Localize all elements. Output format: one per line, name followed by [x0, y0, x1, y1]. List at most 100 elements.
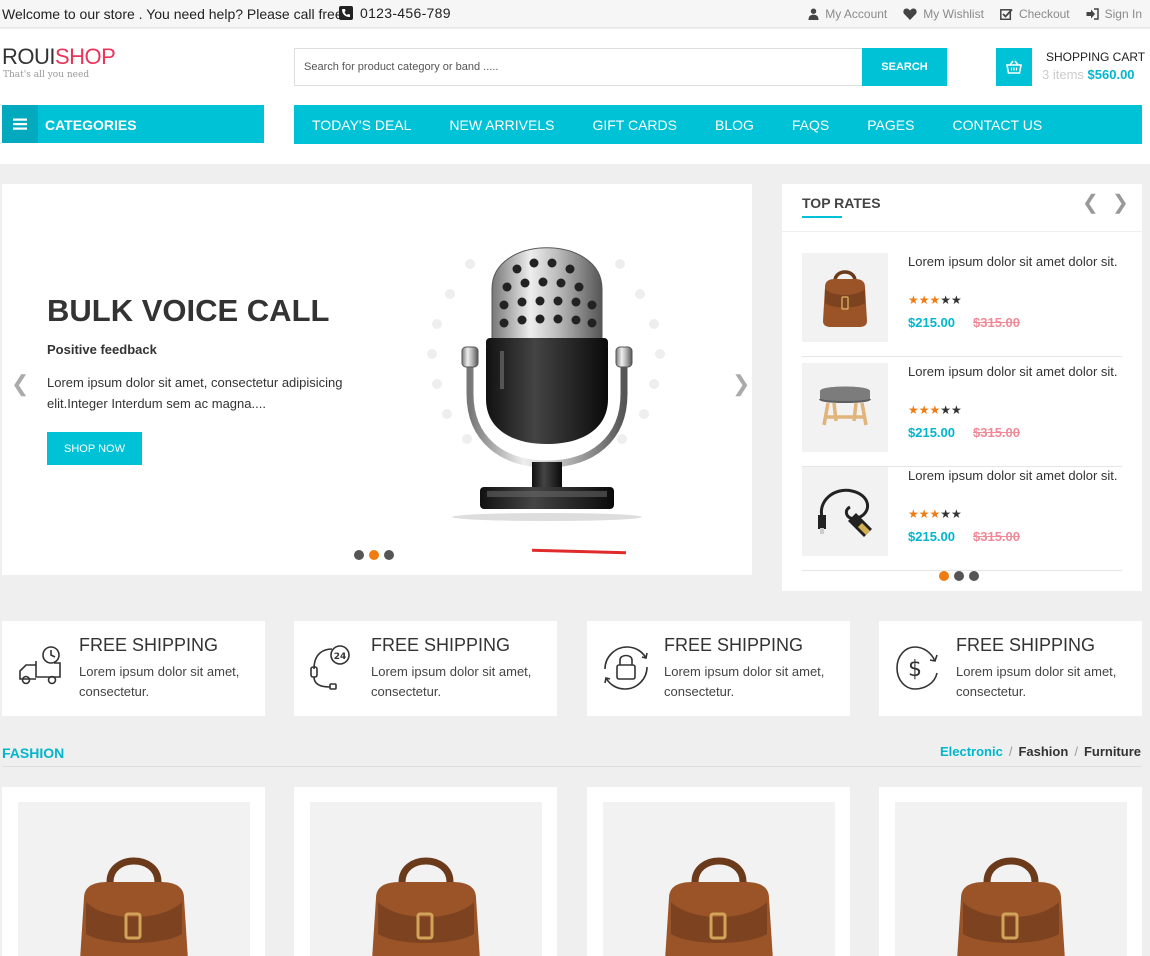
rates-dot-2[interactable]: [954, 571, 964, 581]
product-image[interactable]: [310, 802, 542, 956]
feature-title: FREE SHIPPING: [664, 635, 804, 655]
product-image[interactable]: [18, 802, 250, 956]
hero-dot-2[interactable]: [369, 550, 379, 560]
feature-box: $ FREE SHIPPING Lorem ipsum dolor sit am…: [879, 621, 1142, 716]
basket-icon: [1006, 60, 1022, 74]
my-account-link[interactable]: My Account: [808, 7, 887, 21]
rating-stars: ★★★★★: [908, 293, 962, 307]
product-old-price: $315.00: [973, 529, 1020, 544]
site-logo[interactable]: ROUISHOP: [2, 45, 116, 69]
top-rate-item[interactable]: Lorem ipsum dolor sit amet dolor sit. ★★…: [802, 253, 1122, 357]
product-old-price: $315.00: [973, 425, 1020, 440]
nav-contact-us[interactable]: CONTACT US: [952, 117, 1042, 133]
search-button[interactable]: SEARCH: [862, 48, 947, 86]
product-card[interactable]: [587, 787, 850, 956]
fashion-section-title: FASHION: [2, 745, 65, 761]
feature-title: FREE SHIPPING: [79, 635, 219, 655]
nav-gift-cards[interactable]: GIFT CARDS: [592, 117, 677, 133]
feature-box: 24 FREE SHIPPING Lorem ipsum dolor sit a…: [294, 621, 557, 716]
handbag-image: [957, 857, 1065, 956]
divider: [782, 231, 1142, 232]
handbag-image: [665, 857, 773, 956]
product-thumbnail[interactable]: [802, 363, 888, 452]
product-card[interactable]: [2, 787, 265, 956]
serial-cable-image: [818, 488, 872, 537]
hero-dot-3[interactable]: [384, 550, 394, 560]
product-thumbnail[interactable]: [802, 253, 888, 342]
feature-description: Lorem ipsum dolor sit amet, consectetur.: [956, 664, 1117, 699]
cart-item-count: 3 items: [1042, 67, 1084, 82]
phone-number: 0123-456-789: [360, 5, 451, 21]
sign-in-label: Sign In: [1104, 7, 1142, 21]
rates-dot-1[interactable]: [939, 571, 949, 581]
feature-description: Lorem ipsum dolor sit amet, consectetur.: [664, 664, 825, 699]
product-image[interactable]: [603, 802, 835, 956]
fashion-tabs: Electronic / Fashion / Furniture: [940, 744, 1141, 759]
tab-electronic[interactable]: Electronic: [940, 744, 1003, 759]
feature-box: FREE SHIPPING Lorem ipsum dolor sit amet…: [2, 621, 265, 716]
money-back-icon: $: [896, 646, 938, 690]
checkout-link[interactable]: Checkout: [999, 7, 1070, 21]
handbag-image: [372, 857, 480, 956]
cart-summary[interactable]: 3 items $560.00: [1042, 67, 1135, 82]
product-name[interactable]: Lorem ipsum dolor sit amet dolor sit.: [908, 467, 1118, 484]
feature-description: Lorem ipsum dolor sit amet, consectetur.: [79, 664, 240, 699]
cart-title: SHOPPING CART: [1046, 50, 1146, 64]
rates-prev-arrow[interactable]: ❮: [1082, 190, 1099, 215]
product-price: $215.00: [908, 315, 955, 330]
product-price: $215.00: [908, 529, 955, 544]
top-rate-item[interactable]: Lorem ipsum dolor sit amet dolor sit. ★★…: [802, 363, 1122, 467]
truck-icon: [19, 646, 61, 685]
top-rates-pagination: [939, 571, 979, 581]
top-rate-item[interactable]: Lorem ipsum dolor sit amet dolor sit. ★★…: [802, 467, 1122, 571]
search-input[interactable]: [294, 48, 863, 86]
product-name[interactable]: Lorem ipsum dolor sit amet dolor sit.: [908, 363, 1118, 380]
welcome-text: Welcome to our store . You need help? Pl…: [2, 6, 343, 22]
handbag-image: [823, 269, 867, 327]
nav-blog[interactable]: BLOG: [715, 117, 754, 133]
cart-button[interactable]: [996, 48, 1032, 86]
product-name[interactable]: Lorem ipsum dolor sit amet dolor sit.: [908, 253, 1118, 270]
cart-total: $560.00: [1087, 67, 1135, 82]
support-24-icon: 24: [310, 645, 350, 690]
my-wishlist-link[interactable]: My Wishlist: [903, 7, 984, 21]
product-card[interactable]: [294, 787, 557, 956]
rates-dot-3[interactable]: [969, 571, 979, 581]
hero-description: Lorem ipsum dolor sit amet, consectetur …: [47, 375, 343, 411]
rating-stars: ★★★★★: [908, 507, 962, 521]
top-rates-panel: TOP RATES ❮ ❯ Lorem ipsum dolor sit amet…: [782, 184, 1142, 591]
hero-slider: ❮ ❯ BULK VOICE CALL Positive feedback Lo…: [2, 184, 752, 575]
site-header: ROUISHOP That's all you need SEARCH SHOP…: [0, 29, 1150, 164]
shop-now-button[interactable]: SHOP NOW: [47, 432, 142, 465]
nav-new-arrivals[interactable]: NEW ARRIVELS: [449, 117, 554, 133]
top-rates-title: TOP RATES: [802, 195, 881, 211]
hero-next-arrow[interactable]: ❯: [732, 371, 750, 397]
tab-fashion[interactable]: Fashion: [1018, 744, 1068, 759]
product-card[interactable]: [879, 787, 1142, 956]
tab-separator: /: [1074, 744, 1078, 759]
hero-prev-arrow[interactable]: ❮: [11, 371, 29, 397]
secure-lock-icon: [604, 646, 648, 690]
sign-in-link[interactable]: Sign In: [1086, 7, 1142, 21]
hero-dot-1[interactable]: [354, 550, 364, 560]
svg-text:$: $: [908, 657, 922, 682]
my-account-label: My Account: [825, 7, 888, 21]
top-bar: Welcome to our store . You need help? Pl…: [0, 0, 1150, 28]
nav-faqs[interactable]: FAQS: [792, 117, 829, 133]
hero-subtitle: Positive feedback: [47, 342, 157, 357]
nav-todays-deal[interactable]: TODAY'S DEAL: [312, 117, 411, 133]
nav-pages[interactable]: PAGES: [867, 117, 914, 133]
categories-menu-button[interactable]: CATEGORIES: [2, 105, 264, 143]
hero-title: BULK VOICE CALL: [47, 293, 330, 328]
product-thumbnail[interactable]: [802, 467, 888, 556]
feature-title: FREE SHIPPING: [371, 635, 511, 655]
my-wishlist-label: My Wishlist: [923, 7, 984, 21]
feature-description: Lorem ipsum dolor sit amet, consectetur.: [371, 664, 532, 699]
product-price: $215.00: [908, 425, 955, 440]
tab-furniture[interactable]: Furniture: [1084, 744, 1141, 759]
rates-next-arrow[interactable]: ❯: [1112, 190, 1129, 215]
product-image[interactable]: [895, 802, 1127, 956]
checkbox-icon: [999, 8, 1013, 20]
hero-pagination: [354, 550, 394, 560]
feature-box: FREE SHIPPING Lorem ipsum dolor sit amet…: [587, 621, 850, 716]
